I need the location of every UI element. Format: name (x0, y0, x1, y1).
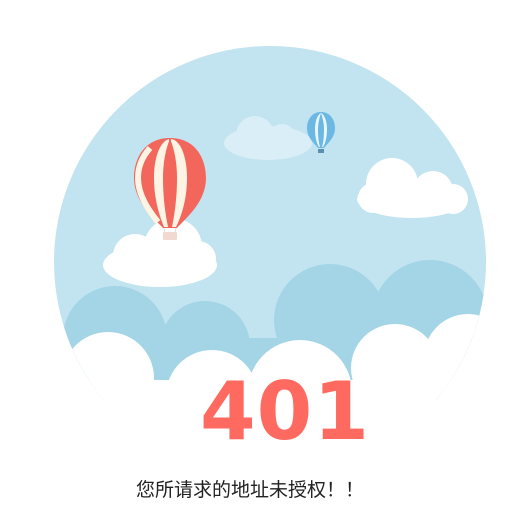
error-page: 401 您所请求的地址未授权！！ (0, 0, 529, 528)
error-message: 您所请求的地址未授权！！ (135, 479, 364, 501)
error-code: 401 (200, 365, 370, 458)
sky-illustration (54, 46, 486, 400)
